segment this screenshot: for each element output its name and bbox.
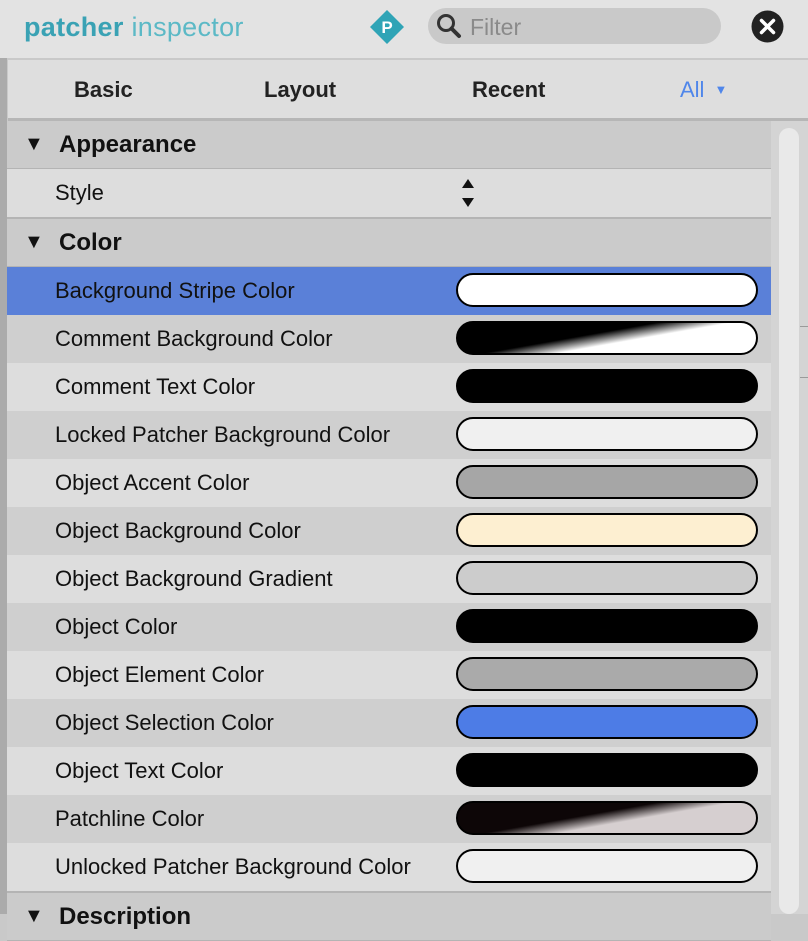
tab-all[interactable]: All ▼ [680, 77, 727, 103]
filter-field[interactable] [428, 8, 721, 44]
color-swatch[interactable] [456, 753, 758, 787]
title-rest: inspector [131, 12, 244, 42]
inspector-list: ▼ Appearance Style ▼ Color Background St… [7, 121, 771, 941]
title-bold: patcher [24, 12, 124, 42]
color-swatch[interactable] [456, 801, 758, 835]
color-attribute-row[interactable]: Object Accent Color [7, 459, 771, 507]
color-attribute-row[interactable]: Object Background Gradient [7, 555, 771, 603]
color-swatch[interactable] [456, 849, 758, 883]
filter-input[interactable] [468, 11, 712, 43]
tab-all-label: All [680, 77, 705, 102]
color-swatch[interactable] [456, 513, 758, 547]
color-swatch[interactable] [456, 657, 758, 691]
section-appearance[interactable]: ▼ Appearance [7, 121, 771, 169]
title-bar: patcher inspector P [0, 0, 808, 58]
scrollbar-thumb[interactable] [779, 128, 799, 914]
attribute-label: Object Color [55, 614, 178, 639]
window-edge-mark [800, 326, 808, 378]
section-color[interactable]: ▼ Color [7, 219, 771, 267]
section-title: Description [59, 903, 192, 930]
svg-text:P: P [381, 18, 392, 37]
attribute-label: Object Selection Color [55, 710, 274, 735]
section-title: Color [59, 229, 122, 256]
attribute-row-style[interactable]: Style [7, 169, 771, 219]
color-attribute-row[interactable]: Patchline Color [7, 795, 771, 843]
color-rows: Background Stripe Color Comment Backgroun… [7, 267, 771, 891]
color-swatch[interactable] [456, 417, 758, 451]
color-swatch[interactable] [456, 321, 758, 355]
p-diamond-icon[interactable]: P [369, 9, 405, 45]
color-swatch[interactable] [456, 369, 758, 403]
attribute-label: Comment Background Color [55, 326, 333, 351]
section-description[interactable]: ▼ Description [7, 891, 771, 941]
window-edge [0, 58, 7, 914]
attribute-label: Background Stripe Color [55, 278, 295, 303]
color-swatch[interactable] [456, 465, 758, 499]
attribute-label: Object Background Gradient [55, 566, 333, 591]
attribute-label: Object Background Color [55, 518, 301, 543]
attribute-label: Unlocked Patcher Background Color [55, 854, 411, 879]
color-swatch[interactable] [456, 561, 758, 595]
disclosure-triangle-icon[interactable]: ▼ [24, 133, 44, 156]
color-swatch[interactable] [456, 273, 758, 307]
attribute-label: Object Accent Color [55, 470, 250, 495]
color-attribute-row[interactable]: Object Element Color [7, 651, 771, 699]
color-attribute-row[interactable]: Background Stripe Color [7, 267, 771, 315]
disclosure-triangle-icon[interactable]: ▼ [24, 905, 44, 928]
attribute-label: Patchline Color [55, 806, 205, 831]
color-swatch[interactable] [456, 609, 758, 643]
color-swatch[interactable] [456, 705, 758, 739]
tab-layout[interactable]: Layout [264, 77, 336, 103]
color-attribute-row[interactable]: Object Color [7, 603, 771, 651]
attribute-label: Style [55, 180, 104, 205]
up-down-stepper-icon[interactable] [459, 177, 477, 209]
search-icon [437, 14, 461, 38]
color-attribute-row[interactable]: Object Background Color [7, 507, 771, 555]
window-title: patcher inspector [24, 12, 244, 43]
attribute-label: Object Element Color [55, 662, 265, 687]
tab-recent[interactable]: Recent [472, 77, 545, 103]
color-attribute-row[interactable]: Object Selection Color [7, 699, 771, 747]
section-title: Appearance [59, 131, 197, 158]
tab-basic[interactable]: Basic [74, 77, 133, 103]
attribute-label: Object Text Color [55, 758, 224, 783]
color-attribute-row[interactable]: Object Text Color [7, 747, 771, 795]
color-attribute-row[interactable]: Comment Text Color [7, 363, 771, 411]
attribute-label: Locked Patcher Background Color [55, 422, 391, 447]
color-attribute-row[interactable]: Unlocked Patcher Background Color [7, 843, 771, 891]
tab-bar: Basic Layout Recent All ▼ [8, 60, 808, 121]
attribute-label: Comment Text Color [55, 374, 256, 399]
disclosure-triangle-icon[interactable]: ▼ [24, 231, 44, 254]
dropdown-caret-icon: ▼ [714, 82, 728, 97]
color-attribute-row[interactable]: Comment Background Color [7, 315, 771, 363]
color-attribute-row[interactable]: Locked Patcher Background Color [7, 411, 771, 459]
close-icon[interactable] [751, 10, 784, 43]
